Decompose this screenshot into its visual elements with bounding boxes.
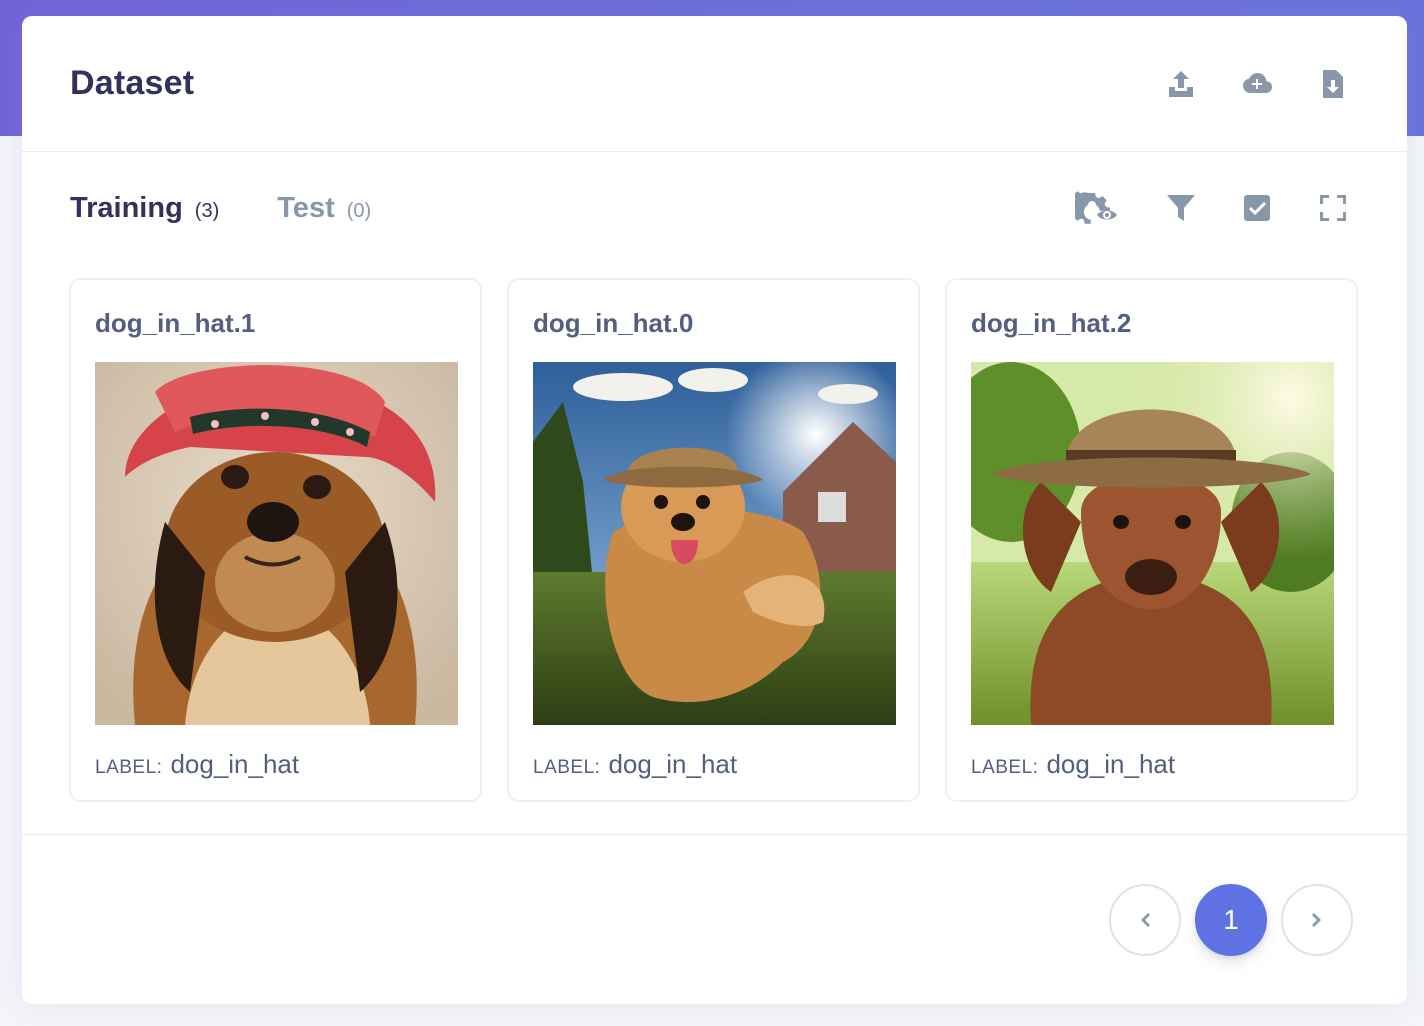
- page-title: Dataset: [70, 64, 195, 102]
- chevron-right-icon: [1312, 912, 1321, 927]
- label-key: LABEL:: [533, 757, 601, 778]
- item-label-row: LABEL: dog_in_hat: [533, 749, 894, 780]
- upload-icon: [1169, 70, 1193, 97]
- tabs-row: Training (3) Test (0): [22, 152, 1407, 264]
- fullscreen-icon: [1320, 195, 1346, 221]
- view-settings-button[interactable]: [1075, 191, 1121, 224]
- dataset-item-card[interactable]: dog_in_hat.1 LABEL: dog_in_hat: [69, 278, 482, 802]
- dataset-item-grid: dog_in_hat.1 LABEL: dog_in_hat dog_in_ha…: [22, 264, 1407, 802]
- item-title: dog_in_hat.2: [971, 308, 1132, 338]
- item-thumbnail: [971, 362, 1334, 725]
- file-download-button[interactable]: [1317, 68, 1349, 100]
- chevron-left-icon: [1141, 912, 1150, 927]
- tab-label: Training: [70, 191, 183, 224]
- label-key: LABEL:: [95, 757, 163, 778]
- item-label-row: LABEL: dog_in_hat: [971, 749, 1332, 780]
- tab-count: (0): [346, 199, 372, 222]
- file-download-icon: [1323, 69, 1343, 98]
- fullscreen-button[interactable]: [1317, 192, 1349, 224]
- filter-button[interactable]: [1165, 192, 1197, 224]
- cloud-add-button[interactable]: [1241, 68, 1273, 100]
- dog-sunny-yard-image: [533, 362, 896, 725]
- dog-bowler-hat-image: [971, 362, 1334, 725]
- dog-red-hat-image: [95, 362, 458, 725]
- pagination: 1: [22, 834, 1407, 1004]
- list-tools: [1075, 191, 1349, 224]
- filter-icon: [1167, 195, 1195, 221]
- checkbox-icon: [1244, 195, 1270, 221]
- label-value: dog_in_hat: [608, 749, 738, 779]
- item-thumbnail: [533, 362, 896, 725]
- next-page-button[interactable]: [1281, 883, 1353, 956]
- label-key: LABEL:: [971, 757, 1039, 778]
- header-actions: [1165, 68, 1349, 100]
- card-header: Dataset: [22, 16, 1407, 152]
- previous-page-button[interactable]: [1109, 883, 1181, 956]
- dataset-card: Dataset Training (3) Test (0) dog_in_hat…: [22, 16, 1407, 1004]
- item-title: dog_in_hat.0: [533, 308, 694, 338]
- item-label-row: LABEL: dog_in_hat: [95, 749, 456, 780]
- item-thumbnail: [95, 362, 458, 725]
- upload-button[interactable]: [1165, 68, 1197, 100]
- tab-test[interactable]: Test (0): [277, 192, 371, 225]
- label-value: dog_in_hat: [1046, 749, 1176, 779]
- label-value: dog_in_hat: [170, 749, 300, 779]
- item-title: dog_in_hat.1: [95, 308, 256, 338]
- settings-view-icon: [1075, 191, 1117, 224]
- page-button-current[interactable]: 1: [1195, 883, 1267, 956]
- select-all-button[interactable]: [1241, 192, 1273, 224]
- tab-label: Test: [277, 191, 335, 224]
- tab-training[interactable]: Training (3): [70, 192, 219, 225]
- dataset-tabs: Training (3) Test (0): [70, 192, 371, 225]
- dataset-item-card[interactable]: dog_in_hat.2 LABEL: dog_in_hat: [945, 278, 1358, 802]
- tab-count: (3): [194, 199, 220, 222]
- dataset-item-card[interactable]: dog_in_hat.0 LABEL: dog_in_hat: [507, 278, 920, 802]
- cloud-add-icon: [1243, 72, 1272, 93]
